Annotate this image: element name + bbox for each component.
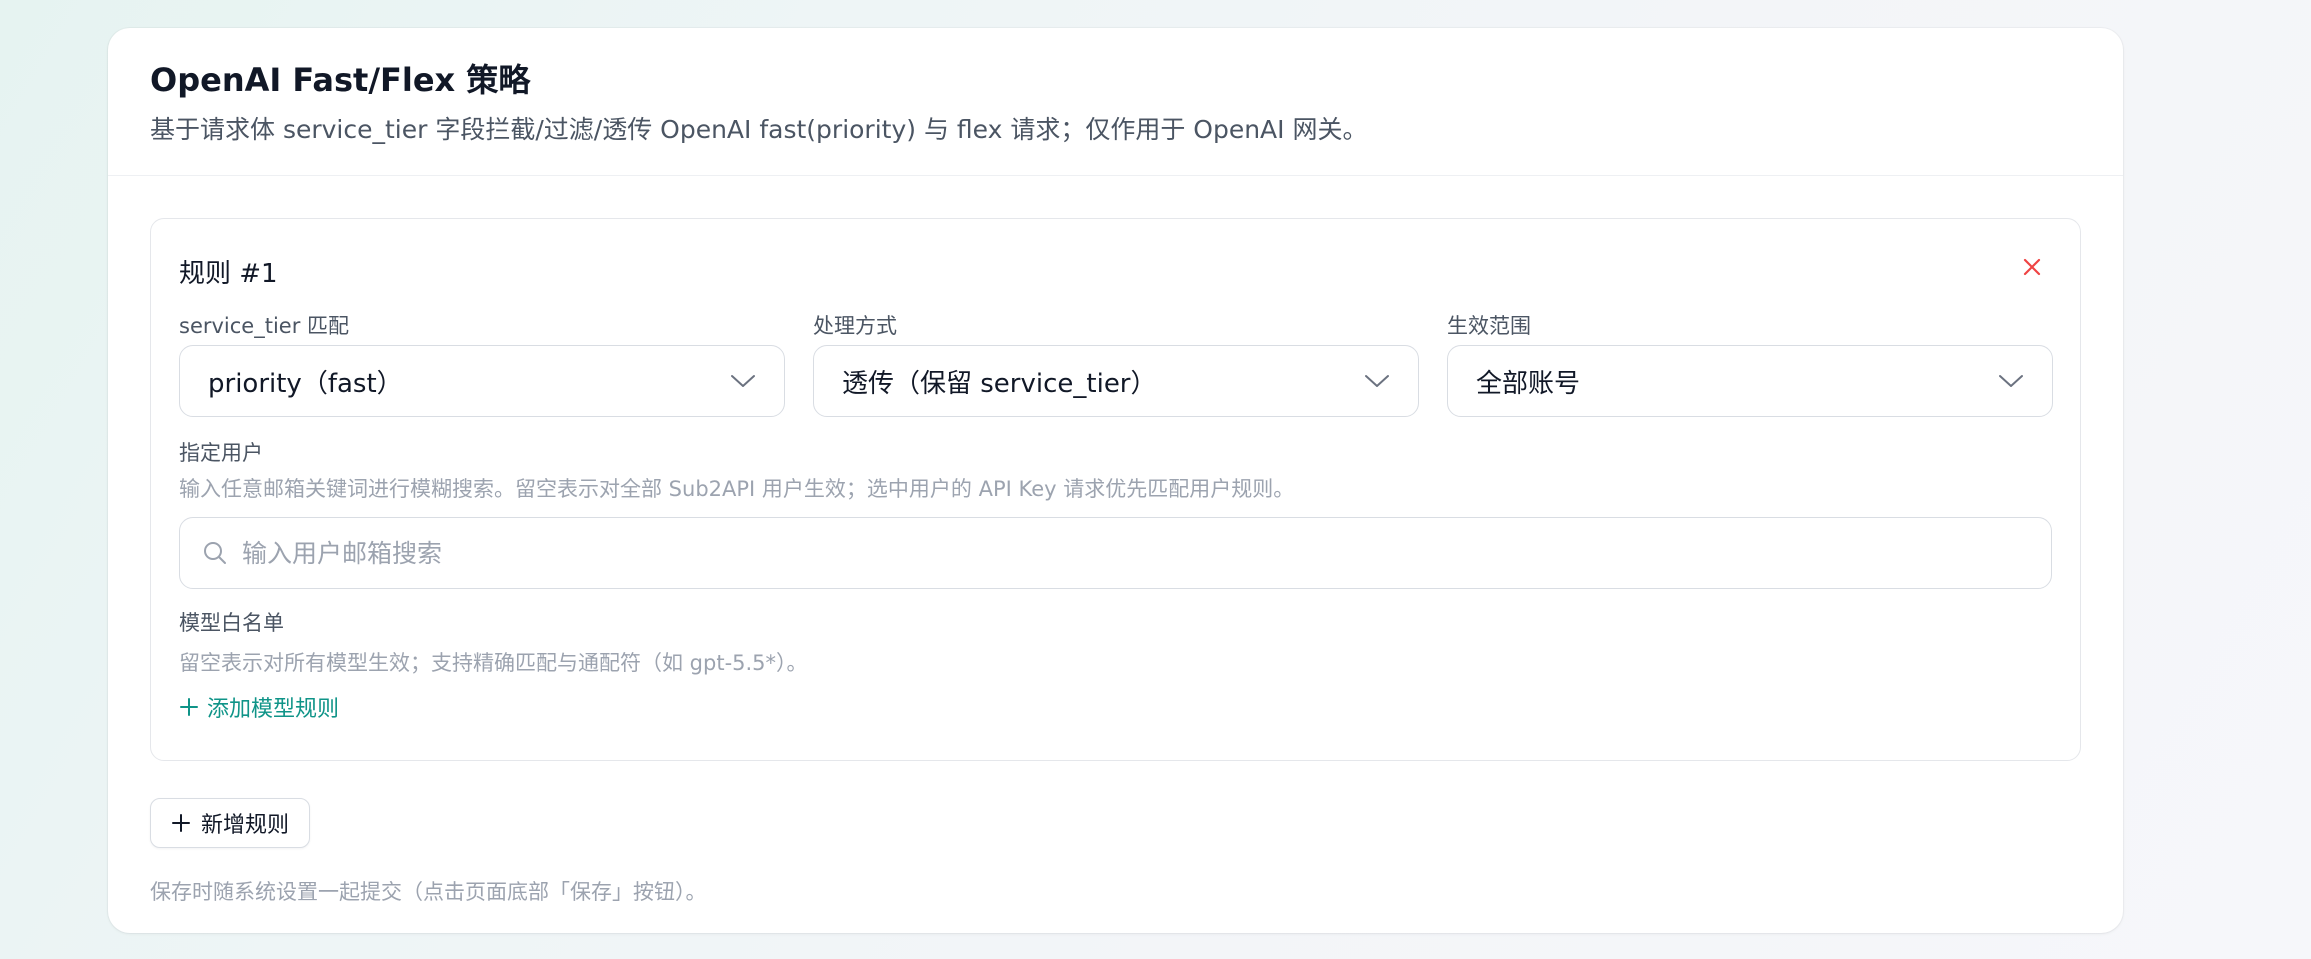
models-hint: 留空表示对所有模型生效；支持精确匹配与通配符（如 gpt-5.5*）。: [179, 651, 808, 675]
models-field: 模型白名单 留空表示对所有模型生效；支持精确匹配与通配符（如 gpt-5.5*）…: [179, 607, 2052, 723]
chevron-down-icon: [731, 375, 755, 387]
user-search-box: [179, 517, 2052, 589]
page-title: OpenAI Fast/Flex 策略: [150, 61, 531, 99]
action-field: 处理方式 透传（保留 service_tier）: [813, 311, 1419, 417]
tier-match-select[interactable]: priority（fast）: [179, 345, 785, 417]
scope-value: 全部账号: [1476, 368, 1581, 399]
add-rule-button[interactable]: 新增规则: [150, 798, 311, 848]
plus-icon: [172, 814, 190, 832]
users-hint: 输入任意邮箱关键词进行模糊搜索。留空表示对全部 Sub2API 用户生效；选中用…: [179, 477, 1295, 501]
action-select[interactable]: 透传（保留 service_tier）: [813, 345, 1419, 417]
add-rule-label: 新增规则: [201, 813, 290, 838]
plus-icon: [180, 698, 198, 716]
tier-match-field: service_tier 匹配 priority（fast）: [179, 311, 785, 417]
add-model-rule-label: 添加模型规则: [207, 697, 340, 722]
card-header: OpenAI Fast/Flex 策略 基于请求体 service_tier 字…: [108, 28, 2123, 176]
action-label: 处理方式: [813, 314, 897, 338]
remove-rule-button[interactable]: [2016, 251, 2048, 283]
save-hint: 保存时随系统设置一起提交（点击页面底部「保存」按钮）。: [150, 880, 707, 904]
add-model-rule-button[interactable]: 添加模型规则: [179, 691, 2052, 723]
users-label: 指定用户: [179, 441, 263, 465]
scope-select[interactable]: 全部账号: [1447, 345, 2053, 417]
tier-match-label: service_tier 匹配: [179, 314, 350, 338]
policy-card: OpenAI Fast/Flex 策略 基于请求体 service_tier 字…: [108, 28, 2123, 933]
rule-title: 规则 #1: [179, 259, 278, 289]
action-value: 透传（保留 service_tier）: [842, 368, 1157, 399]
scope-label: 生效范围: [1447, 314, 1531, 338]
rule-card: 规则 #1 service_tier 匹配 priority（fast） 处理方…: [150, 218, 2081, 761]
page-subtitle: 基于请求体 service_tier 字段拦截/过滤/透传 OpenAI fas…: [150, 114, 1368, 144]
users-field: 指定用户 输入任意邮箱关键词进行模糊搜索。留空表示对全部 Sub2API 用户生…: [179, 437, 2052, 589]
user-search-input[interactable]: [242, 538, 1942, 568]
scope-field: 生效范围 全部账号: [1447, 311, 2053, 417]
chevron-down-icon: [1365, 375, 1389, 387]
chevron-down-icon: [1999, 375, 2023, 387]
search-icon: [204, 542, 226, 564]
tier-match-value: priority（fast）: [208, 368, 403, 399]
close-icon: [2023, 258, 2041, 276]
models-label: 模型白名单: [179, 611, 284, 635]
